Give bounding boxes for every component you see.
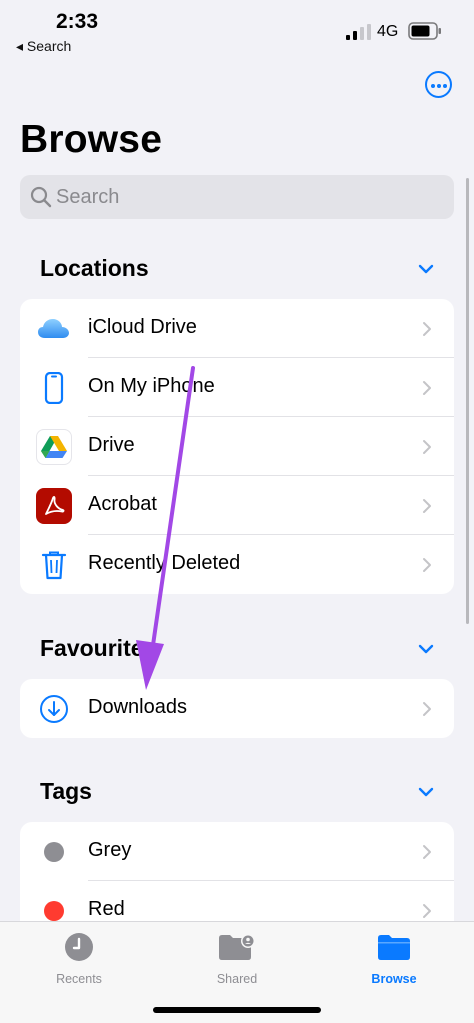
tab-recents[interactable]: Recents [29,930,129,986]
location-label: Drive [88,434,135,456]
folder-icon [344,930,444,964]
back-to-search-link[interactable]: ◂ Search [16,38,71,55]
tag-label: Red [88,898,125,920]
tags-section-header[interactable]: Tags [40,778,450,808]
tab-label: Browse [371,972,417,986]
acrobat-icon [36,488,72,524]
favourite-label: Downloads [88,696,187,718]
clock-icon [29,930,129,964]
search-bar[interactable] [20,175,454,219]
scrollbar[interactable] [466,178,469,624]
tab-browse[interactable]: Browse [344,930,444,986]
location-item-icloud-drive[interactable]: iCloud Drive [20,299,454,358]
network-type: 4G [377,23,399,40]
tag-color-dot-icon [36,834,72,870]
ellipsis-circle-icon[interactable] [425,71,452,98]
locations-list: iCloud Drive On My iPhone Drive Acrobat … [20,299,454,594]
status-bar: 2:33 ◂ Search 4G [0,0,474,60]
chevron-right-icon [423,904,431,918]
chevron-right-icon [423,499,431,513]
chevron-right-icon [423,322,431,336]
location-item-recently-deleted[interactable]: Recently Deleted [20,535,454,594]
tab-shared[interactable]: Shared [187,930,287,986]
chevron-down-icon[interactable] [418,643,434,655]
chevron-right-icon [423,381,431,395]
location-item-acrobat[interactable]: Acrobat [20,476,454,535]
shared-folder-icon [187,930,287,964]
status-time: 2:33 [56,10,99,33]
location-label: Recently Deleted [88,552,241,574]
cellular-signal-icon [346,24,371,40]
icloud-icon [36,311,72,347]
google-drive-icon [36,429,72,465]
home-indicator[interactable] [153,1007,321,1013]
download-circle-icon [36,691,72,727]
favourites-section-header[interactable]: Favourites [40,635,450,665]
favourites-heading: Favourites [40,635,157,661]
locations-heading: Locations [40,255,149,281]
page-title: Browse [20,118,163,161]
locations-section-header[interactable]: Locations [40,255,450,285]
battery-icon [408,22,441,40]
tag-item-grey[interactable]: Grey [20,822,454,881]
tab-label: Recents [56,972,102,986]
chevron-down-icon[interactable] [418,263,434,275]
tag-label: Grey [88,839,132,861]
location-item-drive[interactable]: Drive [20,417,454,476]
chevron-right-icon [423,845,431,859]
location-label: Acrobat [88,493,157,515]
favourites-list: Downloads [20,679,454,738]
search-input[interactable] [56,175,436,219]
chevron-right-icon [423,558,431,572]
tab-label: Shared [216,972,258,986]
search-icon [30,186,52,208]
location-label: On My iPhone [88,375,215,397]
chevron-down-icon[interactable] [418,786,434,798]
location-item-on-my-iphone[interactable]: On My iPhone [20,358,454,417]
iphone-icon [36,370,72,406]
favourite-item-downloads[interactable]: Downloads [20,679,454,738]
tags-heading: Tags [40,778,92,804]
chevron-right-icon [423,702,431,716]
location-label: iCloud Drive [88,316,197,338]
trash-icon [36,547,72,583]
chevron-right-icon [423,440,431,454]
tags-list: Grey Red [20,822,454,932]
